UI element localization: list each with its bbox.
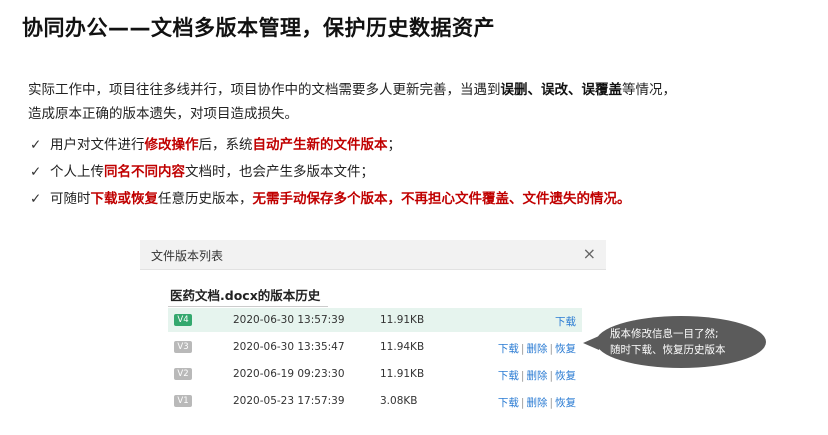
feature-item: ✓ 用户对文件进行修改操作后，系统自动产生新的文件版本； [30,132,631,159]
separator: | [549,370,553,382]
restore-link[interactable]: 恢复 [555,397,576,409]
version-time: 2020-05-23 17:57:39 [233,395,345,407]
page-title: 协同办公——文档多版本管理，保护历史数据资产 [22,16,495,40]
version-row[interactable]: V3 2020-06-30 13:35:47 11.94KB 下载 | 删除 | 恢复 [168,335,582,359]
dialog-title: 文件版本列表 [151,249,224,263]
checkmark-icon: ✓ [30,191,42,207]
divider [168,306,328,307]
version-actions: 下载 | 删除 | 恢复 [498,395,576,410]
feature-text: 后，系统 [198,137,253,153]
version-row[interactable]: V1 2020-05-23 17:57:39 3.08KB 下载 | 删除 | 恢复 [168,389,582,413]
version-badge: V3 [174,341,192,353]
feature-text: 个人上传 [50,164,104,180]
separator: | [549,397,553,409]
download-link[interactable]: 下载 [555,316,576,328]
version-row[interactable]: V2 2020-06-19 09:23:30 11.91KB 下载 | 删除 | 恢复 [168,362,582,386]
delete-link[interactable]: 删除 [526,397,547,409]
version-size: 11.91KB [380,314,425,326]
version-row[interactable]: V4 2020-06-30 13:57:39 11.91KB 下载 [168,308,582,332]
feature-item: ✓ 可随时下载或恢复任意历史版本，无需手动保存多个版本，不再担心文件覆盖、文件遗失… [30,186,631,213]
intro-emphasis: 误删、误改、误覆盖 [500,82,623,98]
callout-line: 随时下载、恢复历史版本 [610,344,726,356]
callout-text: 版本修改信息一目了然; 随时下载、恢复历史版本 [610,326,760,358]
version-time: 2020-06-19 09:23:30 [233,368,345,380]
version-time: 2020-06-30 13:35:47 [233,341,345,353]
feature-highlight: 下载或恢复 [90,191,159,207]
feature-text: 任意历史版本， [158,191,253,207]
restore-link[interactable]: 恢复 [555,370,576,382]
download-link[interactable]: 下载 [498,397,519,409]
restore-link[interactable]: 恢复 [555,343,576,355]
document-history-heading: 医药文档.docx的版本历史 [170,288,321,303]
intro-paragraph: 实际工作中，项目往往多线并行，项目协作中的文档需要多人更新完善，当遇到误删、误改… [28,78,808,126]
version-actions: 下载 | 删除 | 恢复 [498,368,576,383]
version-size: 3.08KB [380,395,418,407]
checkmark-icon: ✓ [30,164,42,180]
checkmark-icon: ✓ [30,137,42,153]
version-size: 11.94KB [380,341,425,353]
feature-list: ✓ 用户对文件进行修改操作后，系统自动产生新的文件版本； ✓ 个人上传同名不同内容文… [30,132,631,213]
version-badge: V2 [174,368,192,380]
delete-link[interactable]: 删除 [526,343,547,355]
version-size: 11.91KB [380,368,425,380]
close-icon[interactable]: × [583,244,596,263]
feature-highlight: 自动产生新的文件版本 [252,137,388,153]
delete-link[interactable]: 删除 [526,370,547,382]
feature-highlight: 同名不同内容 [104,164,185,180]
separator: | [549,343,553,355]
version-time: 2020-06-30 13:57:39 [233,314,345,326]
feature-highlight: 修改操作 [144,137,199,153]
feature-text: 可随时 [50,191,91,207]
download-link[interactable]: 下载 [498,343,519,355]
feature-highlight: 无需手动保存多个版本，不再担心文件覆盖、文件遗失的情况。 [252,191,631,207]
version-badge: V4 [174,314,192,326]
version-actions: 下载 | 删除 | 恢复 [498,341,576,356]
feature-item: ✓ 个人上传同名不同内容文档时，也会产生多版本文件； [30,159,631,186]
version-badge: V1 [174,395,192,407]
callout-line: 版本修改信息一目了然; [610,328,719,340]
feature-text: 用户对文件进行 [50,137,145,153]
intro-text: 实际工作中，项目往往多线并行，项目协作中的文档需要多人更新完善，当遇到 [28,82,501,98]
intro-text: 造成原本正确的版本遗失，对项目造成损失。 [28,106,298,122]
download-link[interactable]: 下载 [498,370,519,382]
callout-bubble: 版本修改信息一目了然; 随时下载、恢复历史版本 [596,316,766,368]
feature-text: 文档时，也会产生多版本文件； [185,164,374,180]
feature-text: ； [387,137,402,153]
intro-text: 等情况， [622,82,676,98]
version-actions: 下载 [555,314,576,329]
dialog-header: 文件版本列表 × [140,240,606,270]
